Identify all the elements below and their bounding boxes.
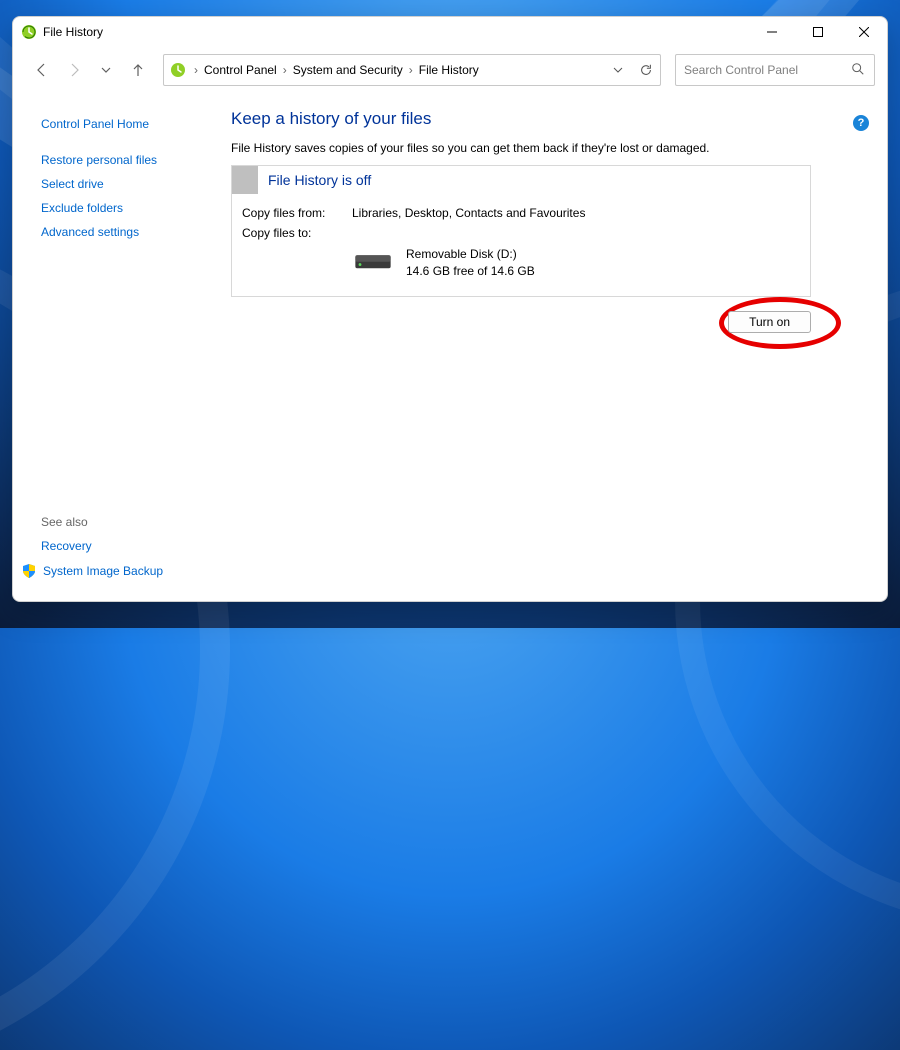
drive-free-space: 14.6 GB free of 14.6 GB	[406, 263, 535, 280]
search-input[interactable]	[682, 62, 848, 78]
address-icon	[164, 55, 192, 85]
minimize-button[interactable]	[749, 17, 795, 47]
page-title: Keep a history of your files	[231, 109, 867, 129]
restore-personal-files-link[interactable]: Restore personal files	[41, 153, 157, 167]
chevron-right-icon[interactable]: ›	[281, 63, 289, 77]
window-title: File History	[43, 25, 103, 39]
recovery-link[interactable]: Recovery	[41, 539, 92, 553]
app-icon	[21, 24, 37, 40]
drive-icon	[354, 246, 392, 272]
breadcrumb-control-panel[interactable]: Control Panel	[200, 63, 281, 77]
drive-name: Removable Disk (D:)	[406, 246, 535, 263]
titlebar: File History	[13, 17, 887, 47]
system-image-backup-label: System Image Backup	[43, 564, 163, 578]
see-also-label: See also	[41, 515, 223, 529]
copy-from-label: Copy files from:	[242, 206, 352, 220]
address-dropdown-button[interactable]	[604, 55, 632, 85]
main-panel: Keep a history of your files File Histor…	[223, 93, 887, 601]
system-image-backup-link[interactable]: System Image Backup	[21, 563, 163, 579]
refresh-button[interactable]	[632, 55, 660, 85]
search-icon[interactable]	[848, 62, 868, 79]
status-box: File History is off Copy files from: Lib…	[231, 165, 811, 297]
address-bar[interactable]: › Control Panel › System and Security › …	[163, 54, 661, 86]
select-drive-link[interactable]: Select drive	[41, 177, 104, 191]
maximize-button[interactable]	[795, 17, 841, 47]
destination-drive: Removable Disk (D:) 14.6 GB free of 14.6…	[354, 246, 800, 280]
sidebar: Control Panel Home Restore personal file…	[13, 93, 223, 601]
sidebar-home-link[interactable]: Control Panel Home	[41, 117, 149, 131]
close-button[interactable]	[841, 17, 887, 47]
chevron-right-icon[interactable]: ›	[407, 63, 415, 77]
status-indicator	[232, 166, 258, 194]
forward-button[interactable]	[61, 56, 87, 84]
shield-icon	[21, 563, 37, 579]
status-body: Copy files from: Libraries, Desktop, Con…	[232, 194, 810, 296]
advanced-settings-link[interactable]: Advanced settings	[41, 225, 139, 239]
back-button[interactable]	[29, 56, 55, 84]
up-button[interactable]	[125, 56, 151, 84]
status-header: File History is off	[232, 166, 810, 194]
content-area: Control Panel Home Restore personal file…	[13, 93, 887, 601]
breadcrumb-system-security[interactable]: System and Security	[289, 63, 407, 77]
status-text: File History is off	[258, 172, 371, 188]
turn-on-button[interactable]: Turn on	[728, 311, 811, 333]
chevron-right-icon[interactable]: ›	[192, 63, 200, 77]
copy-from-value: Libraries, Desktop, Contacts and Favouri…	[352, 206, 585, 220]
breadcrumb-file-history[interactable]: File History	[415, 63, 483, 77]
action-row: Turn on	[231, 311, 811, 333]
recent-locations-button[interactable]	[93, 56, 119, 84]
navigation-bar: › Control Panel › System and Security › …	[13, 47, 887, 93]
copy-to-label: Copy files to:	[242, 226, 352, 240]
window-frame: File History	[12, 16, 888, 602]
window-controls	[749, 17, 887, 47]
exclude-folders-link[interactable]: Exclude folders	[41, 201, 123, 215]
search-box[interactable]	[675, 54, 875, 86]
page-description: File History saves copies of your files …	[231, 141, 867, 155]
